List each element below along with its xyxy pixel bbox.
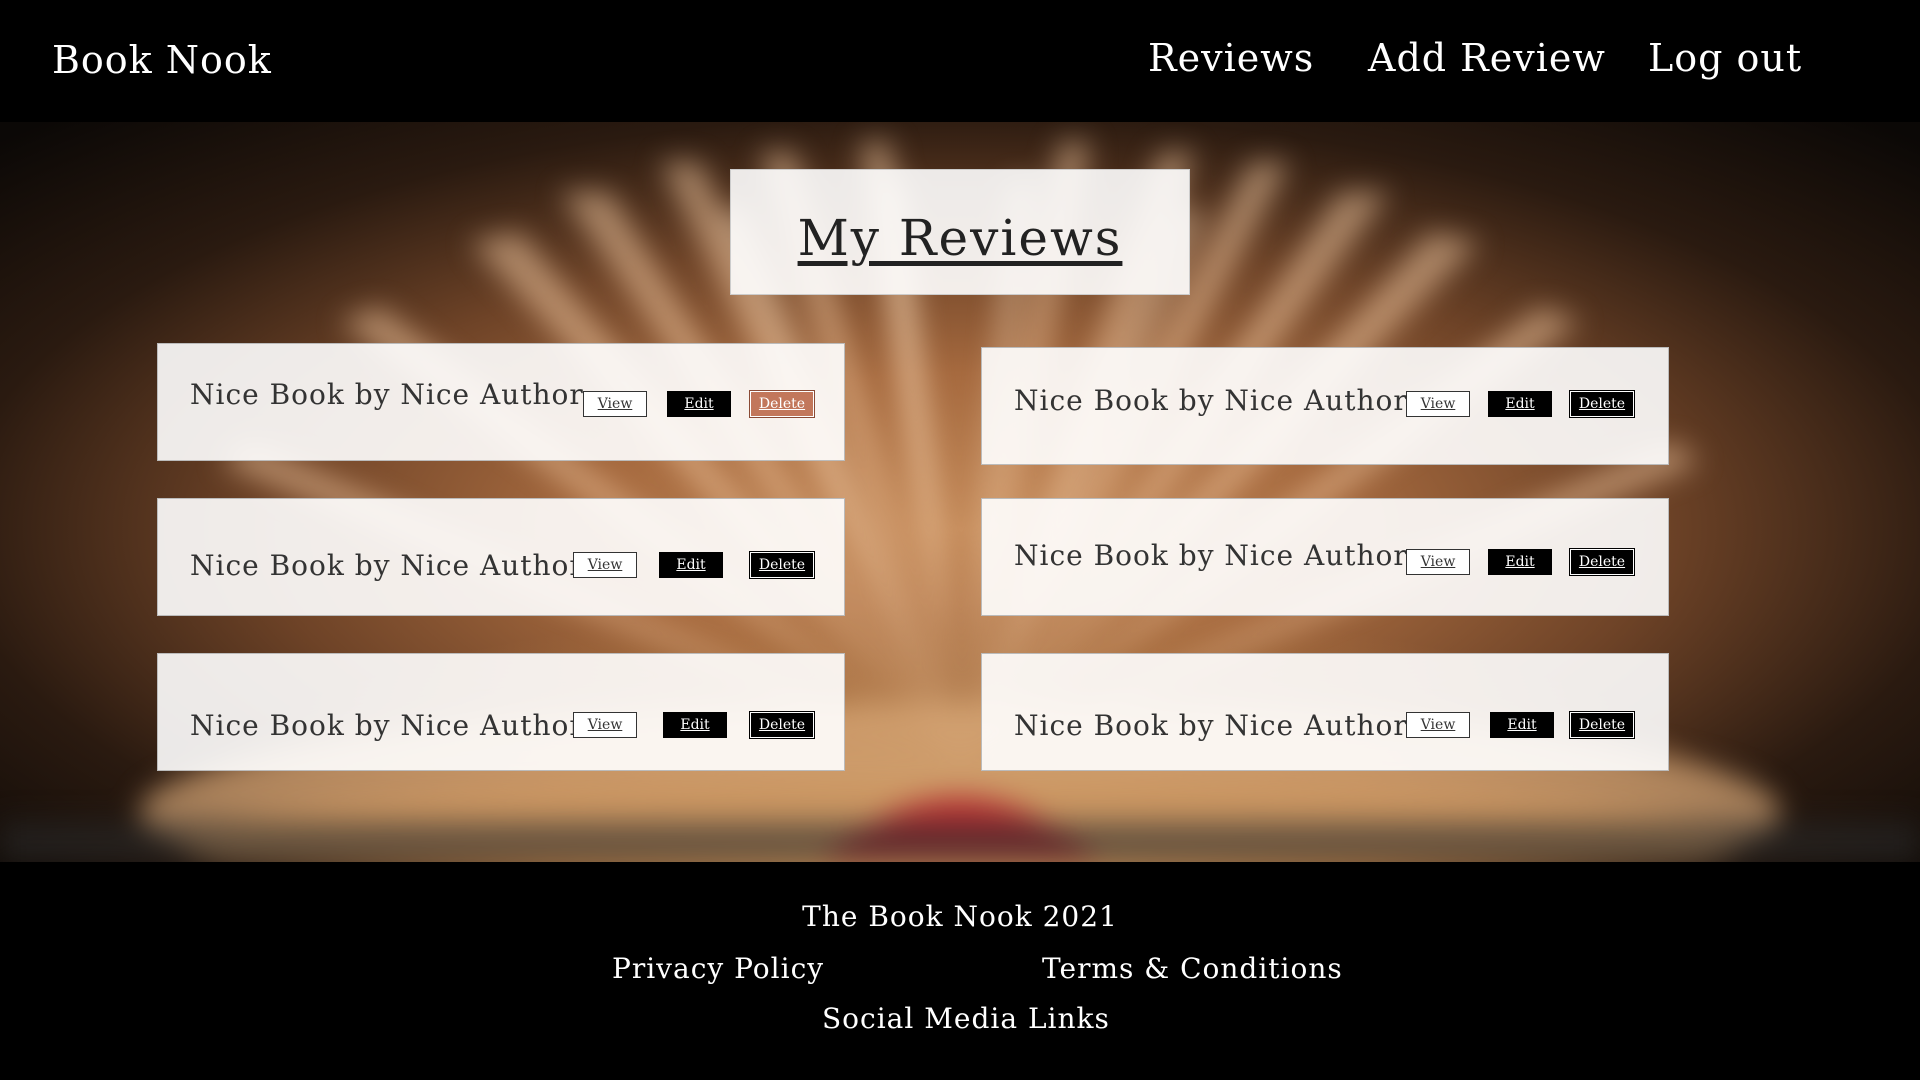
review-title: Nice Book by Nice Author (190, 378, 584, 411)
review-title: Nice Book by Nice Author (1014, 709, 1408, 742)
view-button[interactable]: View (1406, 712, 1470, 738)
review-card: Nice Book by Nice Author View Edit Delet… (157, 343, 845, 461)
view-button[interactable]: View (573, 552, 637, 578)
view-button[interactable]: View (583, 391, 647, 417)
footer-copyright: The Book Nook 2021 (802, 900, 1118, 933)
edit-button[interactable]: Edit (1490, 712, 1554, 738)
edit-button[interactable]: Edit (659, 552, 723, 578)
review-card: Nice Book by Nice Author View Edit Delet… (981, 653, 1669, 771)
social-media-links[interactable]: Social Media Links (822, 1002, 1110, 1035)
review-title: Nice Book by Nice Author (190, 709, 584, 742)
delete-button[interactable]: Delete (749, 711, 815, 739)
brand-logo-link[interactable]: Book Nook (52, 38, 272, 82)
terms-conditions-link[interactable]: Terms & Conditions (1042, 952, 1343, 985)
review-title: Nice Book by Nice Author (190, 549, 584, 582)
review-card: Nice Book by Nice Author View Edit Delet… (981, 347, 1669, 465)
view-button[interactable]: View (573, 712, 637, 738)
delete-button[interactable]: Delete (749, 551, 815, 579)
site-footer: The Book Nook 2021 Privacy Policy Terms … (0, 862, 1920, 1080)
page-title-panel: My Reviews (730, 169, 1190, 295)
review-card: Nice Book by Nice Author View Edit Delet… (981, 498, 1669, 616)
delete-button[interactable]: Delete (749, 390, 815, 418)
view-button[interactable]: View (1406, 549, 1470, 575)
review-card: Nice Book by Nice Author View Edit Delet… (157, 498, 845, 616)
review-title: Nice Book by Nice Author (1014, 384, 1408, 417)
view-button[interactable]: View (1406, 391, 1470, 417)
nav-log-out-link[interactable]: Log out (1648, 36, 1802, 80)
delete-button[interactable]: Delete (1569, 390, 1635, 418)
review-card: Nice Book by Nice Author View Edit Delet… (157, 653, 845, 771)
edit-button[interactable]: Edit (667, 391, 731, 417)
edit-button[interactable]: Edit (1488, 549, 1552, 575)
delete-button[interactable]: Delete (1569, 548, 1635, 576)
nav-add-review-link[interactable]: Add Review (1368, 36, 1606, 80)
site-header: Book Nook Reviews Add Review Log out (0, 0, 1920, 122)
delete-button[interactable]: Delete (1569, 711, 1635, 739)
edit-button[interactable]: Edit (663, 712, 727, 738)
review-title: Nice Book by Nice Author (1014, 539, 1408, 572)
privacy-policy-link[interactable]: Privacy Policy (612, 952, 824, 985)
edit-button[interactable]: Edit (1488, 391, 1552, 417)
nav-reviews-link[interactable]: Reviews (1148, 36, 1314, 80)
page-title: My Reviews (797, 209, 1123, 267)
